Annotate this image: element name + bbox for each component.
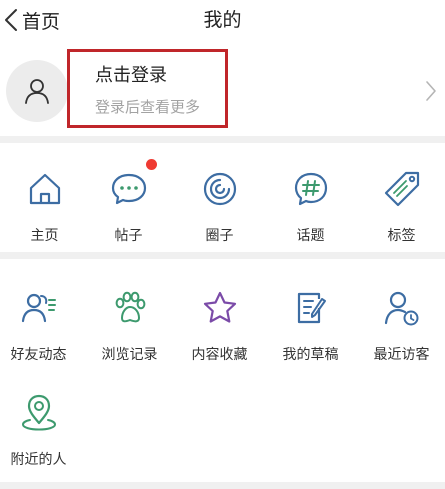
menu-label: 好友动态	[10, 347, 67, 363]
menu-item-tags[interactable]: 标签	[357, 169, 445, 245]
menu-label: 主页	[30, 228, 59, 244]
menu-item-circles[interactable]: 圈子	[175, 169, 264, 245]
menu-label: 浏览记录	[101, 347, 158, 363]
friends-icon	[19, 288, 59, 328]
menu-item-drafts[interactable]: 我的草稿	[266, 288, 355, 364]
menu-item-home[interactable]: 主页	[0, 169, 89, 245]
login-title[interactable]: 点击登录	[95, 63, 167, 89]
home-icon	[25, 169, 65, 209]
menu-item-visitors[interactable]: 最近访客	[357, 288, 445, 364]
menu-label: 内容收藏	[191, 347, 248, 363]
menu-item-friend-feed[interactable]: 好友动态	[0, 288, 83, 364]
hashtag-icon	[291, 169, 331, 209]
nav-bar: 首页 我的	[0, 0, 445, 40]
menu-label: 附近的人	[10, 452, 67, 468]
circle-icon	[200, 169, 240, 209]
section-divider	[0, 482, 445, 489]
visitor-icon	[382, 288, 422, 328]
menu-label: 标签	[387, 228, 416, 244]
menu-item-nearby[interactable]: 附近的人	[0, 393, 83, 469]
paw-icon	[110, 288, 150, 328]
location-icon	[19, 393, 59, 433]
menu-item-topics[interactable]: 话题	[266, 169, 355, 245]
draft-icon	[291, 288, 331, 328]
menu-label: 我的草稿	[282, 347, 339, 363]
page-title: 我的	[203, 9, 242, 31]
menu-label: 帖子	[114, 228, 143, 244]
tag-icon	[382, 169, 422, 209]
chevron-right-icon	[426, 81, 436, 101]
chat-bubble-icon	[109, 159, 157, 209]
section-divider	[0, 252, 445, 259]
menu-item-history[interactable]: 浏览记录	[85, 288, 174, 364]
menu-label: 圈子	[205, 228, 234, 244]
user-icon	[25, 79, 49, 104]
login-subtitle: 登录后查看更多	[95, 98, 201, 116]
notification-badge	[145, 159, 157, 170]
star-icon	[200, 288, 240, 328]
menu-item-favorites[interactable]: 内容收藏	[175, 288, 264, 364]
menu-label: 最近访客	[373, 347, 430, 363]
section-divider	[0, 136, 445, 143]
avatar	[6, 60, 68, 122]
login-card[interactable]: 点击登录 登录后查看更多	[0, 40, 445, 136]
menu-item-posts[interactable]: 帖子	[84, 159, 173, 245]
menu-label: 话题	[296, 228, 325, 244]
